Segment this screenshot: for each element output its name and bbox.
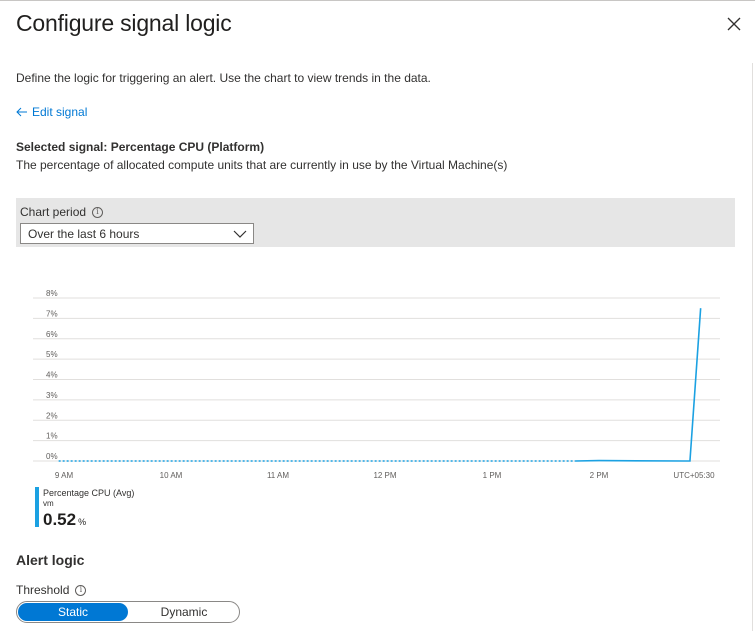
chart-period-label-row: Chart period i bbox=[20, 205, 104, 219]
chart-period-label: Chart period bbox=[20, 205, 87, 219]
threshold-label: Threshold bbox=[16, 583, 70, 597]
threshold-toggle[interactable]: Static Dynamic bbox=[16, 601, 240, 623]
y-tick-label: 7% bbox=[46, 309, 58, 318]
threshold-label-row: Threshold i bbox=[16, 583, 87, 597]
chart-period-value: Over the last 6 hours bbox=[28, 226, 140, 241]
x-tick-label: UTC+05:30 bbox=[673, 471, 715, 480]
edit-signal-label: Edit signal bbox=[32, 105, 88, 119]
x-tick-label: 1 PM bbox=[483, 471, 502, 480]
y-tick-label: 2% bbox=[46, 411, 58, 420]
legend-value-number: 0.52 bbox=[43, 510, 77, 529]
legend-value-unit: % bbox=[78, 517, 87, 527]
y-tick-label: 1% bbox=[46, 432, 58, 441]
static-option[interactable]: Static bbox=[18, 603, 128, 621]
y-tick-label: 6% bbox=[46, 330, 58, 339]
x-tick-label: 10 AM bbox=[160, 471, 183, 480]
legend-color-bar bbox=[35, 487, 39, 527]
close-button[interactable] bbox=[724, 14, 744, 34]
configure-signal-logic-panel: Configure signal logic Define the logic … bbox=[0, 0, 755, 631]
x-tick-label: 9 AM bbox=[55, 471, 74, 480]
close-icon bbox=[727, 17, 741, 31]
edit-signal-link[interactable]: Edit signal bbox=[16, 105, 87, 119]
x-tick-label: 2 PM bbox=[590, 471, 609, 480]
dynamic-option[interactable]: Dynamic bbox=[129, 602, 239, 622]
signal-description: The percentage of allocated compute unit… bbox=[16, 158, 508, 172]
info-icon[interactable]: i bbox=[75, 584, 87, 596]
page-title: Configure signal logic bbox=[16, 10, 232, 36]
y-tick-label: 4% bbox=[46, 371, 58, 380]
series-line bbox=[575, 308, 702, 462]
info-icon[interactable]: i bbox=[92, 206, 104, 218]
y-tick-label: 3% bbox=[46, 391, 58, 400]
chevron-down-icon bbox=[233, 230, 247, 238]
y-tick-label: 5% bbox=[46, 350, 58, 359]
chart-period-dropdown[interactable]: Over the last 6 hours bbox=[20, 223, 254, 244]
alert-logic-heading: Alert logic bbox=[16, 552, 85, 568]
y-tick-label: 8% bbox=[46, 289, 58, 298]
arrow-left-icon bbox=[16, 107, 27, 117]
cpu-chart: 0% 1% 2% 3% 4% 5% 6% 7% 8% 9 AM 10 AM 11 AM 12 PM 1 P… bbox=[33, 289, 720, 480]
x-tick-label: 11 AM bbox=[267, 471, 289, 480]
legend-series-name: Percentage CPU (Avg) bbox=[43, 488, 135, 498]
intro-text: Define the logic for triggering an alert… bbox=[16, 71, 431, 85]
legend-resource: vm bbox=[43, 499, 54, 508]
x-tick-label: 12 PM bbox=[373, 471, 396, 480]
selected-signal: Selected signal: Percentage CPU (Platfor… bbox=[16, 140, 265, 154]
legend-value: 0.52% bbox=[43, 510, 86, 530]
chart-period-section: Chart period i Over the last 6 hours bbox=[16, 198, 735, 247]
y-tick-label: 0% bbox=[46, 452, 58, 461]
